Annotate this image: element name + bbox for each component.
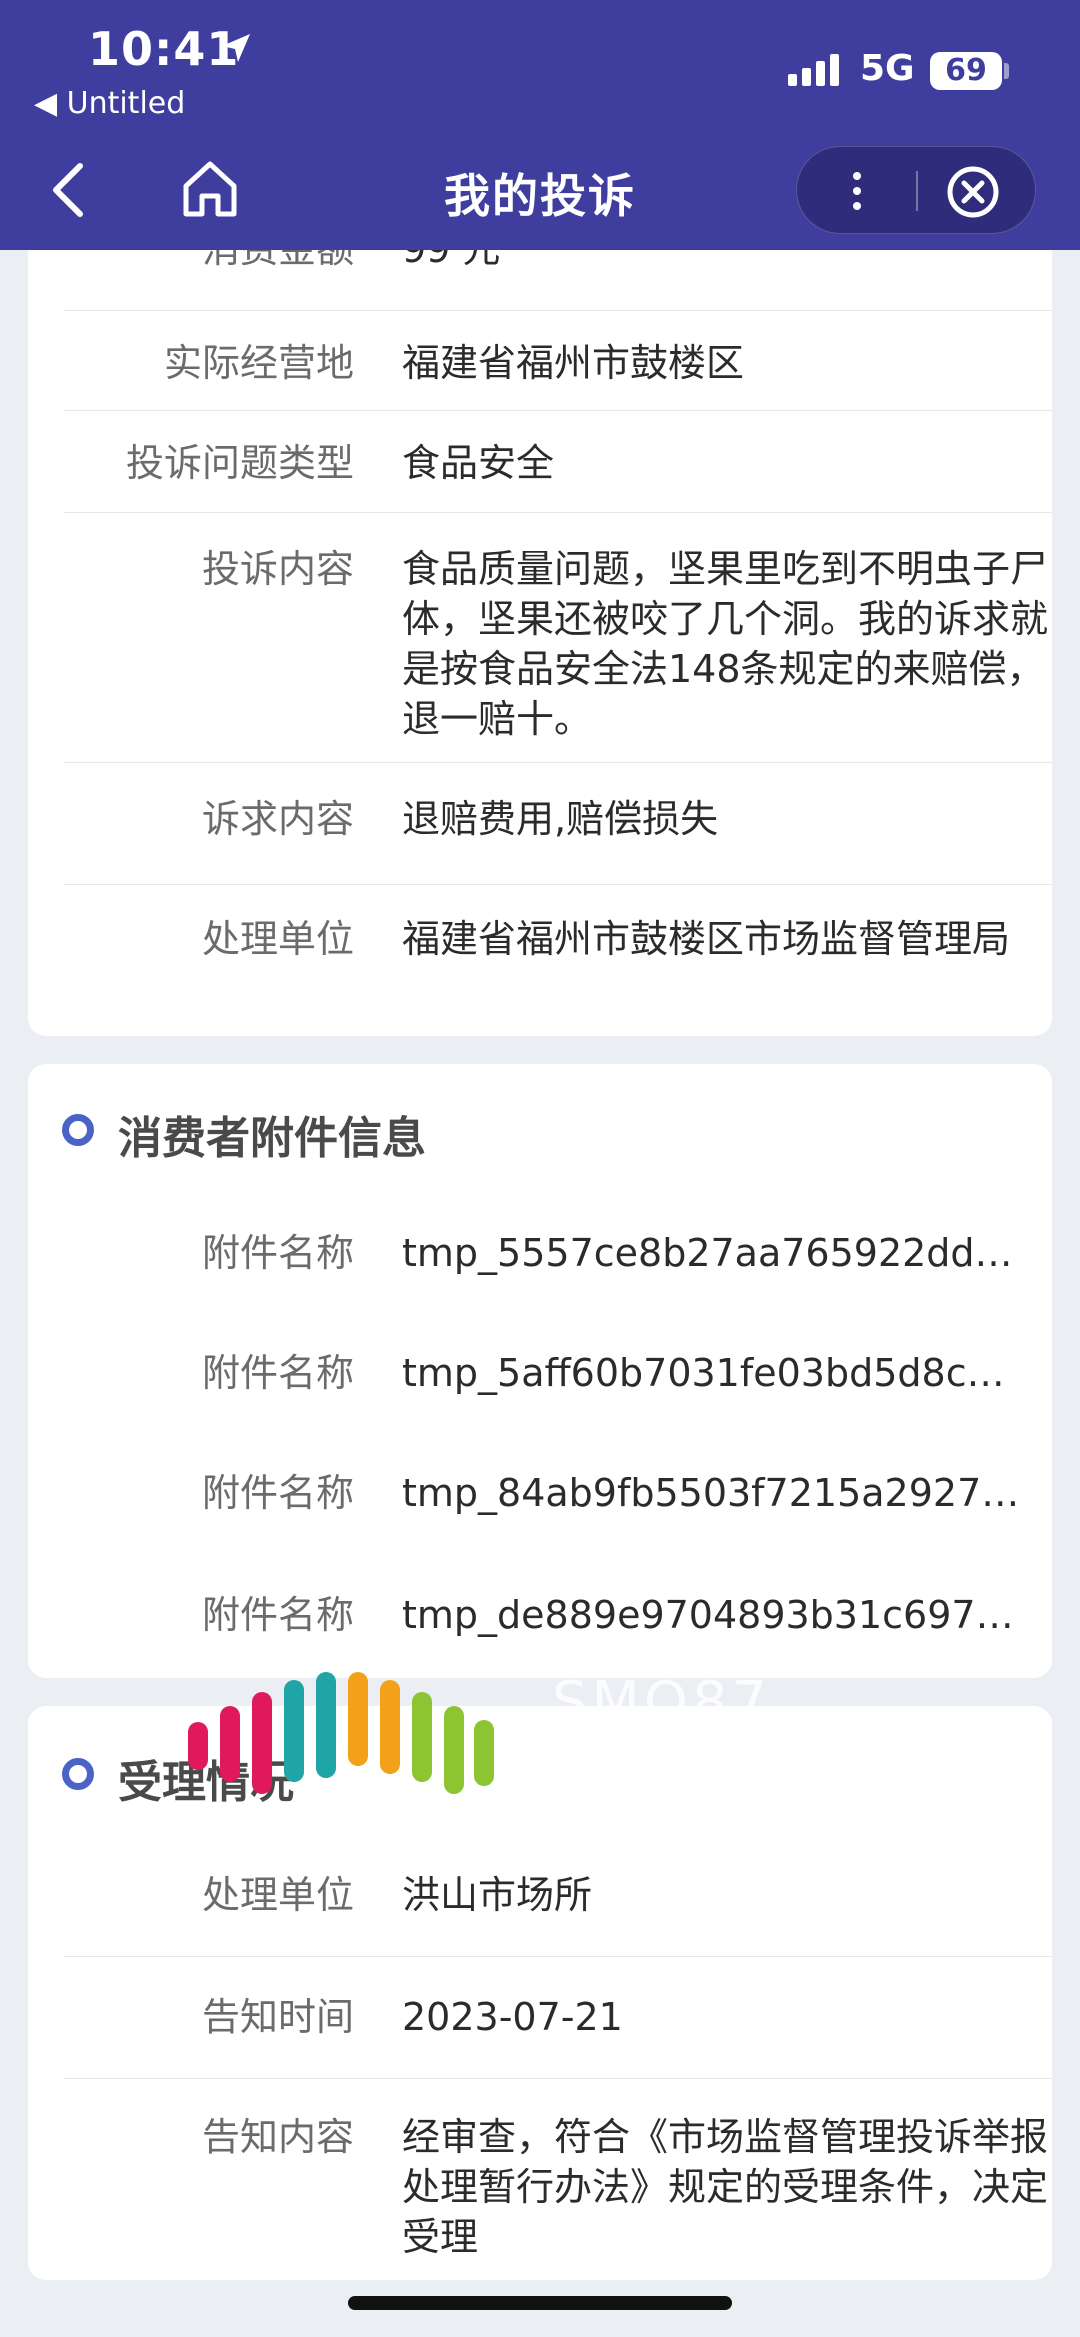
detail-value: 2023-07-21: [402, 1995, 623, 2039]
battery-cap: [1004, 63, 1009, 79]
detail-value: 福建省福州市鼓楼区市场监督管理局: [402, 917, 1011, 961]
row-divider: [64, 2078, 1052, 2079]
status-back-to-app-link[interactable]: ◀ Untitled: [34, 86, 185, 121]
detail-value: 福建省福州市鼓楼区: [402, 341, 745, 385]
attachment-label: 附件名称: [201, 1231, 354, 1275]
miniprogram-capsule: [796, 146, 1036, 234]
page-title: 我的投诉: [444, 169, 636, 223]
section-dot-icon: [62, 1114, 94, 1146]
attachment-label: 附件名称: [201, 1351, 354, 1395]
home-icon[interactable]: [180, 158, 240, 220]
detail-label: 告知时间: [201, 1995, 354, 2039]
row-divider: [64, 884, 1052, 885]
detail-value: 退赔费用,赔偿损失: [402, 797, 719, 841]
detail-value: 食品质量问题，坚果里吃到不明虫子尸体，坚果还被咬了几个洞。我的诉求就是按食品安全…: [402, 547, 1049, 741]
close-icon[interactable]: [945, 164, 1001, 220]
row-divider: [64, 1956, 1052, 1957]
network-type: 5G: [860, 48, 915, 89]
detail-value: 洪山市场所: [402, 1873, 593, 1917]
app-header: 10:41 ◀ Untitled 5G 69 我的投诉: [0, 0, 1080, 250]
signal-strength-icon: [788, 52, 839, 86]
attachment-filename-link[interactable]: tmp_5aff60b7031fe03bd5d8c22…: [402, 1348, 1022, 1398]
attachment-label: 附件名称: [201, 1471, 354, 1515]
attachment-filename-link[interactable]: tmp_84ab9fb5503f7215a29271…: [402, 1468, 1022, 1518]
home-indicator[interactable]: [348, 2296, 732, 2310]
attachment-filename-link[interactable]: tmp_de889e9704893b31c6970f…: [402, 1590, 1022, 1640]
attachment-label: 附件名称: [201, 1593, 354, 1637]
detail-label: 投诉内容: [201, 547, 354, 591]
capsule-divider: [916, 171, 918, 211]
detail-label: 告知内容: [201, 2115, 354, 2159]
complaint-detail-card: 消费金额 99 元 实际经营地 福建省福州市鼓楼区 投诉问题类型 食品安全 投诉…: [28, 120, 1052, 1036]
section-title-attachments: 消费者附件信息: [118, 1113, 426, 1164]
watermark-soundwave-icon: [188, 1672, 494, 1794]
detail-label: 投诉问题类型: [125, 441, 354, 485]
battery-icon: 69: [930, 52, 1002, 90]
section-dot-icon: [62, 1758, 94, 1790]
status-time: 10:41: [88, 22, 240, 76]
acceptance-card: 受理情况 处理单位 洪山市场所 告知时间 2023-07-21 告知内容 经审查…: [28, 1706, 1052, 2280]
back-arrow-icon[interactable]: [44, 160, 94, 220]
watermark-text: SMO87: [552, 1670, 772, 1735]
row-divider: [64, 512, 1052, 513]
row-divider: [64, 310, 1052, 311]
attachment-filename-link[interactable]: tmp_5557ce8b27aa765922dda…: [402, 1228, 1022, 1278]
detail-label: 实际经营地: [163, 341, 354, 385]
row-divider: [64, 410, 1052, 411]
more-options-icon[interactable]: [797, 147, 917, 235]
detail-label: 处理单位: [201, 917, 354, 961]
row-divider: [64, 762, 1052, 763]
detail-value: 食品安全: [402, 441, 555, 485]
detail-label: 处理单位: [201, 1873, 354, 1917]
detail-value: 经审查，符合《市场监督管理投诉举报处理暂行办法》规定的受理条件，决定受理: [402, 2115, 1049, 2259]
attachments-card: 消费者附件信息 附件名称 tmp_5557ce8b27aa765922dda… …: [28, 1064, 1052, 1678]
detail-label: 诉求内容: [201, 797, 354, 841]
location-arrow-icon: [222, 34, 250, 62]
